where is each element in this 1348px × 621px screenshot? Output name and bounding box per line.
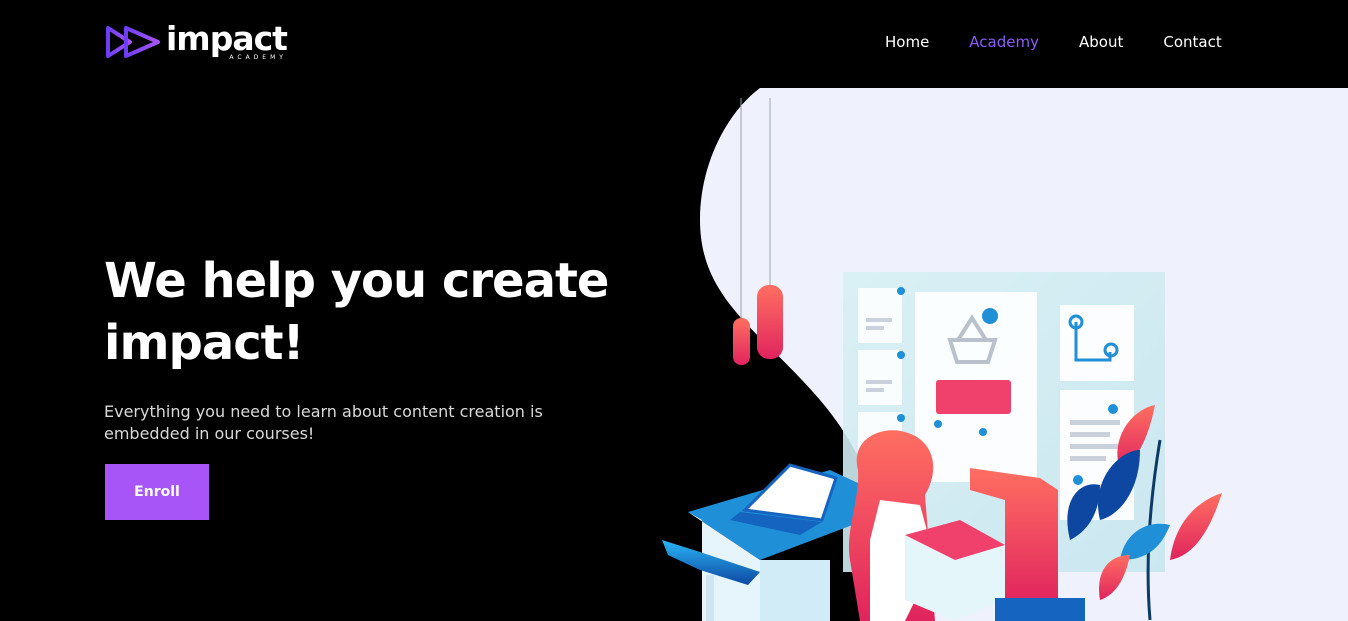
lamp-icon [757, 285, 783, 359]
brand-wordmark: impact ACADEMY [166, 19, 288, 62]
play-arrows-icon [106, 26, 160, 58]
lamp-icon [733, 318, 750, 365]
hero-illustration [662, 88, 1348, 621]
main-nav: Home Academy About Contact [885, 33, 1262, 51]
site-header: impact ACADEMY Home Academy About Contac… [0, 0, 1348, 88]
nav-home[interactable]: Home [885, 33, 929, 51]
brand-subtitle: ACADEMY [229, 54, 287, 61]
brand-logo[interactable]: impact ACADEMY [104, 19, 288, 66]
nav-about[interactable]: About [1079, 33, 1123, 51]
landing-page: impact ACADEMY Home Academy About Contac… [0, 0, 1348, 621]
nav-contact[interactable]: Contact [1163, 33, 1221, 51]
brand-name: impact [166, 19, 288, 58]
nav-academy[interactable]: Academy [969, 33, 1039, 51]
